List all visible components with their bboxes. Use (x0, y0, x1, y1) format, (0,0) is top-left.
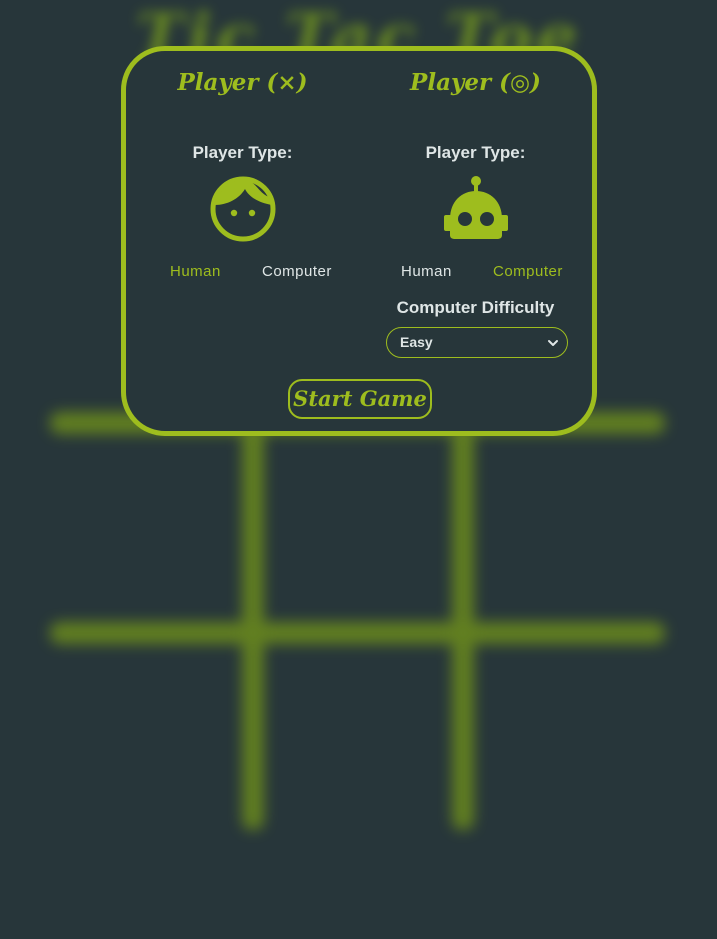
board-line-horizontal-2 (50, 622, 665, 644)
game-screen: Tic Tac Toe Player (⨯) Player Type: Huma… (0, 0, 717, 939)
chevron-down-icon (548, 340, 558, 346)
player-o-computer-option[interactable]: Computer (493, 263, 563, 280)
player-o-panel: Player (◎) Player Type: Human Computer C… (359, 51, 592, 371)
player-x-type-label: Player Type: (192, 143, 293, 162)
player-x-human-option[interactable]: Human (170, 263, 221, 280)
computer-difficulty-label: Computer Difficulty (396, 298, 555, 317)
difficulty-select[interactable]: Easy (386, 327, 568, 358)
player-o-title: Player (◎) (410, 69, 541, 96)
player-setup-modal: Player (⨯) Player Type: Human Computer P… (121, 46, 597, 436)
player-x-type-options: Human Computer (126, 263, 359, 285)
player-o-type-label: Player Type: (425, 143, 526, 162)
robot-icon (444, 176, 508, 239)
player-x-computer-option[interactable]: Computer (262, 263, 332, 280)
human-face-icon (210, 176, 276, 242)
player-x-panel: Player (⨯) Player Type: Human Computer (126, 51, 359, 371)
player-o-type-options: Human Computer (359, 263, 592, 285)
difficulty-selected-value: Easy (400, 334, 433, 350)
player-o-human-option[interactable]: Human (401, 263, 452, 280)
player-x-title: Player (⨯) (177, 69, 308, 96)
start-game-button[interactable]: Start Game (288, 379, 432, 419)
